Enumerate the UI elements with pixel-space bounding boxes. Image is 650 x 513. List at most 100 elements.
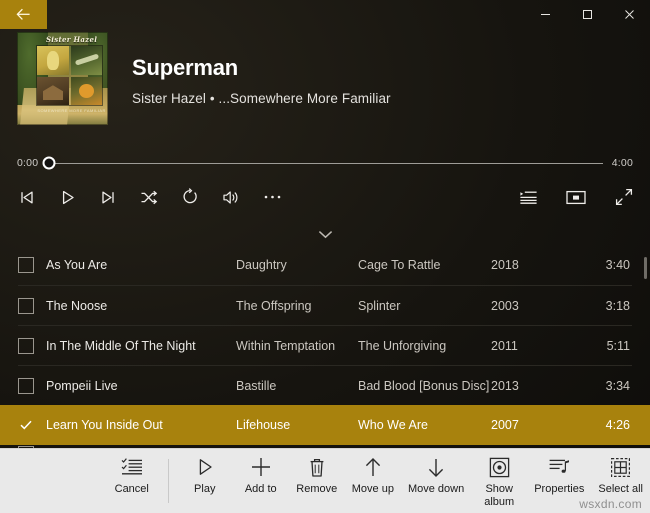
seek-row: 0:00 4:00 (17, 153, 633, 173)
command-label: Remove (296, 483, 338, 495)
select-all-button[interactable]: Select all (591, 449, 650, 513)
fullscreen-button[interactable] (611, 184, 637, 210)
elapsed-time: 0:00 (17, 157, 39, 169)
next-icon (100, 189, 117, 206)
playback-buttons-left (13, 184, 285, 210)
track-year: 2011 (491, 338, 518, 353)
play-button[interactable]: Play (177, 449, 233, 513)
checkbox-unchecked[interactable] (18, 337, 34, 354)
checkbox-unchecked[interactable] (18, 257, 34, 273)
previous-icon (18, 189, 35, 206)
playing-next-icon (519, 190, 538, 205)
window-controls (524, 0, 650, 29)
track-year: 2003 (491, 298, 519, 313)
remove-button[interactable]: Remove (289, 449, 345, 513)
track-album: Cage To Rattle (358, 258, 441, 272)
now-playing-subtitle: Sister Hazel • ...Somewhere More Familia… (132, 91, 391, 107)
now-playing-meta: Superman Sister Hazel • ...Somewhere Mor… (132, 29, 391, 106)
command-label: Add to (244, 483, 277, 495)
trash-icon (308, 455, 326, 479)
command-label: Move down (407, 483, 465, 495)
table-row[interactable]: In The Middle Of The Night Within Temptat… (18, 325, 632, 365)
track-title: As You Are (46, 258, 108, 272)
play-icon (195, 455, 215, 479)
select-all-icon (610, 455, 631, 479)
move-up-button[interactable]: Move up (345, 449, 401, 513)
minimize-button[interactable] (524, 0, 566, 29)
album-art-frame (17, 32, 108, 125)
track-year: 2013 (491, 378, 519, 393)
track-list: As You Are Daughtry Cage To Rattle 2018 3:40… (0, 225, 650, 448)
repeat-icon (181, 188, 199, 206)
track-artist: The Offspring (236, 298, 312, 313)
arrow-left-icon (16, 8, 31, 21)
more-icon (263, 194, 282, 200)
track-album: Who We Are (358, 418, 428, 432)
back-button[interactable] (0, 0, 47, 29)
mini-view-icon (566, 190, 586, 205)
table-row[interactable]: The Noose The Offspring Splinter 2003 3:18 (18, 285, 632, 325)
command-separator (167, 459, 169, 503)
close-button[interactable] (608, 0, 650, 29)
arrow-down-icon (426, 455, 446, 479)
shuffle-button[interactable] (136, 184, 162, 210)
track-title: The Noose (46, 298, 108, 313)
track-artist: Bastille (236, 378, 277, 393)
scrollbar-thumb[interactable] (644, 257, 647, 279)
track-title: Pompeii Live (46, 378, 118, 393)
next-button[interactable] (95, 184, 121, 210)
chevron-down-icon (318, 226, 333, 244)
table-row[interactable]: Learn You Inside Out Lifehouse Who We Are 2… (0, 405, 650, 445)
command-label: Cancel (114, 483, 149, 495)
collapse-handle[interactable] (0, 225, 650, 245)
track-duration: 4:26 (605, 418, 630, 432)
disc-icon (489, 455, 510, 479)
command-label: Play (194, 483, 216, 495)
checkbox-checked[interactable] (18, 417, 34, 433)
track-year: 2018 (491, 258, 519, 272)
play-icon (59, 189, 76, 206)
title-bar (0, 0, 650, 29)
cancel-button[interactable]: Cancel (104, 449, 160, 513)
duration-time: 4:00 (611, 157, 633, 169)
track-title: In The Middle Of The Night (46, 338, 196, 353)
full-screen-icon (615, 188, 633, 206)
command-label: Select all (598, 483, 643, 495)
queue-button[interactable] (515, 184, 541, 210)
track-artist: Within Temptation (236, 338, 336, 353)
list-scrollbar[interactable] (644, 243, 647, 444)
checkbox-unchecked[interactable] (18, 297, 34, 314)
previous-button[interactable] (13, 184, 39, 210)
shuffle-icon (140, 189, 158, 206)
track-artist: Daughtry (236, 258, 287, 272)
properties-button[interactable]: Properties (527, 449, 591, 513)
command-label: Properties (534, 483, 585, 495)
table-row[interactable]: Pompeii Live Bastille Bad Blood [Bonus Dis… (18, 365, 632, 405)
show-album-button[interactable]: Show album (471, 449, 527, 513)
track-year: 2007 (491, 418, 519, 432)
playback-buttons-right (515, 184, 637, 210)
properties-icon (548, 455, 570, 479)
maximize-button[interactable] (566, 0, 608, 29)
more-button[interactable] (259, 184, 285, 210)
now-playing-header: Sister Hazel SOMEWHERE MORE FAMILIAR Sup… (0, 29, 650, 139)
track-album: The Unforgiving (358, 338, 447, 353)
album-art: Sister Hazel SOMEWHERE MORE FAMILIAR (17, 32, 108, 125)
playback-button-row (13, 179, 637, 215)
seek-thumb[interactable] (42, 156, 56, 170)
transport-controls: 0:00 4:00 (0, 139, 650, 225)
music-player-window: Sister Hazel SOMEWHERE MORE FAMILIAR Sup… (0, 0, 650, 513)
checkbox-unchecked[interactable] (18, 377, 34, 394)
track-album: Splinter (358, 298, 401, 313)
seek-slider[interactable] (42, 155, 603, 171)
track-duration: 3:18 (605, 298, 630, 313)
page-title: Superman (132, 55, 238, 80)
mini-player-button[interactable] (563, 184, 589, 210)
play-button[interactable] (54, 184, 80, 210)
repeat-button[interactable] (177, 184, 203, 210)
add-to-button[interactable]: Add to (233, 449, 289, 513)
volume-icon (222, 189, 241, 206)
table-row[interactable]: As You Are Daughtry Cage To Rattle 2018 3:40 (18, 245, 632, 285)
move-down-button[interactable]: Move down (401, 449, 471, 513)
volume-button[interactable] (218, 184, 244, 210)
